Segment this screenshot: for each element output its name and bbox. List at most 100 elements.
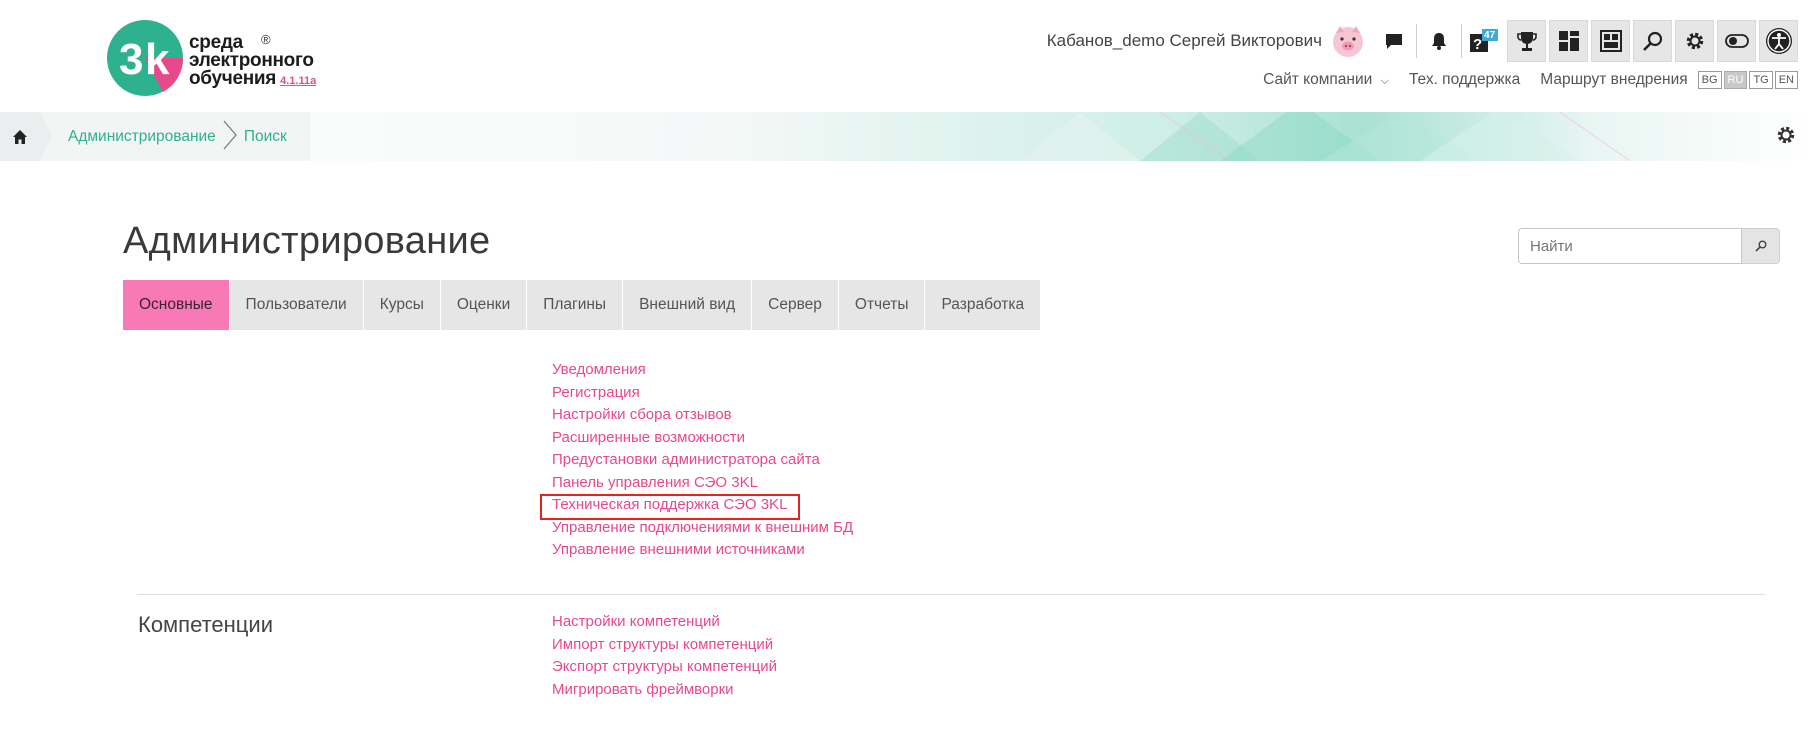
help-badge-count: 47 [1484, 30, 1496, 41]
tab-reports[interactable]: Отчеты [838, 280, 926, 330]
breadcrumb-band: Администрирование Поиск [0, 112, 1815, 161]
gallery-button[interactable] [1591, 20, 1630, 62]
list-item[interactable]: Экспорт структуры компетенций [552, 656, 777, 679]
tab-general[interactable]: Основные [123, 280, 230, 330]
link-external-db[interactable]: Управление подключениями к внешним БД [552, 517, 853, 540]
list-item[interactable]: Уведомления [552, 359, 646, 382]
breadcrumb: Администрирование Поиск [0, 112, 310, 161]
link-registration[interactable]: Регистрация [552, 382, 853, 405]
support-link[interactable]: Тех. поддержка [1409, 71, 1520, 89]
user-name[interactable]: Кабанов_demo Сергей Викторович [1047, 31, 1322, 51]
page-header: 3 k ® среда электронного обучения 4.1.11a… [0, 0, 1815, 112]
route-link[interactable]: Маршрут внедрения [1540, 71, 1687, 89]
list-item[interactable]: Настройки компетенций [552, 611, 720, 634]
search-submit-button[interactable] [1742, 228, 1780, 264]
link-admin-presets[interactable]: Предустановки администратора сайта [552, 449, 853, 472]
logo-line-3-text: обучения [189, 68, 277, 89]
company-site-dropdown[interactable]: Сайт компании ⌵ [1263, 71, 1389, 89]
link-import-competencies[interactable]: Импорт структуры компетенций [552, 634, 777, 657]
lang-tg[interactable]: TG [1749, 71, 1773, 89]
search-icon [1754, 240, 1766, 252]
list-item[interactable]: Настройки сбора отзывов [552, 404, 732, 427]
page-title: Администрирование [123, 220, 491, 262]
list-item[interactable]: Регистрация [552, 382, 640, 405]
tab-users[interactable]: Пользователи [229, 280, 364, 330]
admin-search [1518, 228, 1780, 264]
header-links: Сайт компании ⌵ Тех. поддержка Маршрут в… [1263, 68, 1798, 92]
dashboard-button[interactable] [1549, 20, 1588, 62]
theme-toggle-button[interactable] [1717, 20, 1756, 62]
link-external-sources[interactable]: Управление внешними источниками [552, 539, 853, 562]
list-item[interactable]: Управление подключениями к внешним БД [552, 517, 853, 540]
lang-bg[interactable]: BG [1697, 71, 1722, 89]
registered-mark: ® [261, 32, 271, 47]
user-toolbar: Кабанов_demo Сергей Викторович ? 47 [1047, 20, 1798, 62]
bell-icon[interactable] [1419, 21, 1459, 61]
home-button[interactable] [0, 112, 52, 161]
list-item[interactable]: Расширенные возможности [552, 427, 745, 450]
page-settings-gear-icon[interactable] [1775, 124, 1797, 150]
link-competency-settings[interactable]: Настройки компетенций [552, 611, 777, 634]
settings-button[interactable] [1675, 20, 1714, 62]
gear-icon [1686, 32, 1703, 50]
search-button[interactable] [1633, 20, 1672, 62]
trophy-icon [1516, 32, 1537, 51]
list-item[interactable]: Управление внешними источниками [552, 539, 805, 562]
chevron-down-icon: ⌵ [1380, 75, 1389, 87]
avatar[interactable] [1328, 21, 1368, 61]
tab-appearance[interactable]: Внешний вид [623, 280, 753, 330]
breadcrumb-arrow-icon [40, 112, 52, 161]
admin-tabs: Основные Пользователи Курсы Оценки Плаги… [123, 280, 1042, 330]
breadcrumb-separator-icon [222, 120, 238, 154]
home-icon [13, 129, 27, 144]
tab-server[interactable]: Сервер [752, 280, 839, 330]
language-switcher: BG RU TG EN [1696, 71, 1798, 89]
tab-plugins[interactable]: Плагины [527, 280, 624, 330]
list-item[interactable]: Предустановки администратора сайта [552, 449, 820, 472]
list-item[interactable]: Импорт структуры компетенций [552, 634, 773, 657]
breadcrumb-item-search[interactable]: Поиск [244, 128, 287, 146]
competencies-links-list: Настройки компетенций Импорт структуры к… [552, 611, 777, 701]
link-notifications[interactable]: Уведомления [552, 359, 853, 382]
lang-ru[interactable]: RU [1723, 71, 1748, 89]
help-icon[interactable]: ? 47 [1464, 21, 1504, 61]
search-icon [1642, 31, 1662, 51]
toolbar-divider [1416, 24, 1417, 58]
search-input[interactable] [1518, 228, 1742, 264]
svg-text:?: ? [1473, 36, 1482, 53]
accessibility-button[interactable] [1759, 20, 1798, 62]
company-site-label: Сайт компании [1263, 71, 1373, 88]
link-tech-support[interactable]: Техническая поддержка СЭО 3KL [552, 494, 853, 517]
general-links-list: Уведомления Регистрация Настройки сбора … [552, 359, 853, 562]
gallery-icon [1599, 30, 1622, 52]
logo-text: ® среда электронного обучения 4.1.11a [189, 32, 316, 90]
link-migrate-frameworks[interactable]: Мигрировать фреймворки [552, 679, 777, 702]
trophy-button[interactable] [1507, 20, 1546, 62]
list-item[interactable]: Мигрировать фреймворки [552, 679, 734, 702]
messages-icon[interactable] [1374, 21, 1414, 61]
breadcrumb-item-admin[interactable]: Администрирование [68, 128, 216, 146]
logo-3k-mark: 3 k [107, 20, 184, 96]
tab-development[interactable]: Разработка [925, 280, 1042, 330]
list-item[interactable]: Техническая поддержка СЭО 3KL [552, 494, 787, 517]
tab-courses[interactable]: Курсы [363, 280, 441, 330]
pig-avatar-icon [1333, 26, 1363, 57]
logo-line-3: обучения 4.1.11a [189, 68, 316, 90]
section-divider [137, 594, 1765, 595]
link-feedback-settings[interactable]: Настройки сбора отзывов [552, 404, 853, 427]
svg-text:3: 3 [119, 35, 143, 84]
dashboard-icon [1558, 31, 1579, 51]
link-control-panel[interactable]: Панель управления СЭО 3KL [552, 472, 853, 495]
link-export-competencies[interactable]: Экспорт структуры компетенций [552, 656, 777, 679]
site-logo[interactable]: 3 k ® среда электронного обучения 4.1.11a [105, 16, 316, 104]
section-title-competencies: Компетенции [138, 612, 273, 637]
accessibility-icon [1765, 28, 1792, 54]
svg-text:k: k [145, 35, 170, 84]
toggle-icon [1724, 34, 1749, 48]
tab-grades[interactable]: Оценки [440, 280, 528, 330]
list-item[interactable]: Панель управления СЭО 3KL [552, 472, 758, 495]
link-advanced-features[interactable]: Расширенные возможности [552, 427, 853, 450]
lang-en[interactable]: EN [1774, 71, 1798, 89]
logo-version[interactable]: 4.1.11a [280, 75, 316, 87]
toolbar-divider [1461, 24, 1462, 58]
